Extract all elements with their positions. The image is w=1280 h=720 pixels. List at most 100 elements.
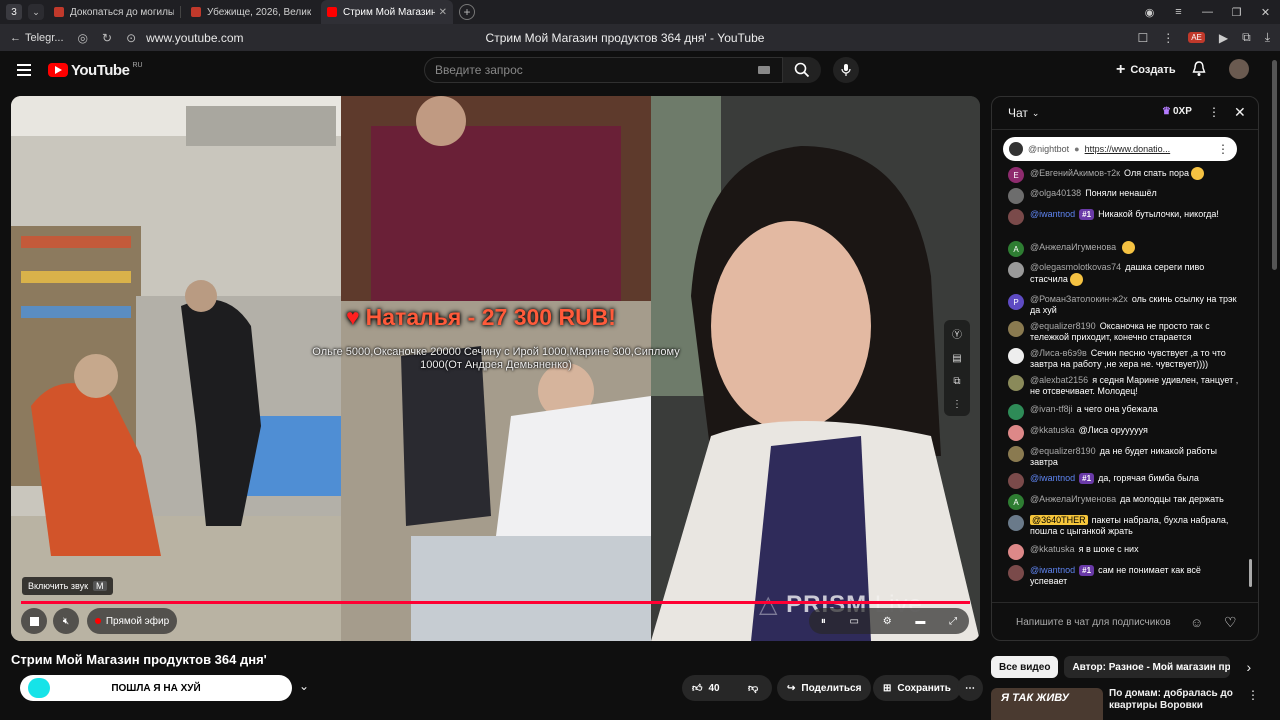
theater-mode-icon[interactable]: ▬ <box>915 616 925 627</box>
chat-message[interactable]: @iwantnod #1 да, горячая бимба была <box>1008 473 1240 489</box>
chat-author[interactable]: @Лиса-в6э9в <box>1030 348 1087 358</box>
chat-author[interactable]: @ivan-tf8ji <box>1030 404 1073 414</box>
browser-tab-active[interactable]: Стрим Мой Магазин п ✕ <box>321 0 453 24</box>
pip-icon[interactable]: ⧉ <box>953 376 960 387</box>
chat-avatar[interactable] <box>1008 262 1024 278</box>
chat-avatar[interactable] <box>1008 375 1024 391</box>
tab-counter-button[interactable]: 3 <box>6 4 22 20</box>
chat-author[interactable]: @kkatuska <box>1030 544 1075 554</box>
chat-message[interactable]: @olegasmolotkovas74 дашка сереги пиво ста… <box>1008 262 1240 286</box>
close-window-button[interactable]: ✕ <box>1251 6 1280 19</box>
create-button[interactable]: + Создать <box>1108 57 1184 83</box>
rec-title[interactable]: По домам: добралась до квартиры Воровки <box>1109 688 1239 720</box>
back-button[interactable]: ← Telegr... <box>10 32 64 44</box>
chat-message[interactable]: @alexbat2156 я седня Марине удивлен, танц… <box>1008 375 1240 397</box>
url-field[interactable]: www.youtube.com <box>146 31 243 45</box>
chat-message[interactable]: @ivan-tf8ji а чего она убежала <box>1008 404 1240 420</box>
chat-more-icon[interactable]: ⋮ <box>1208 105 1220 119</box>
video-player[interactable]: ♥ Наталья - 27 300 RUB! Ольге 5000,Оксан… <box>11 96 980 641</box>
like-button[interactable]: 👍︎ 40 <box>682 675 738 701</box>
search-input[interactable]: Введите запрос <box>424 57 783 83</box>
chat-avatar[interactable] <box>1008 348 1024 364</box>
chat-message[interactable]: E @ЕвгенийАкимов-т2к Оля спать пора <box>1008 167 1240 183</box>
pinned-link[interactable]: https://www.donatio... <box>1085 144 1171 154</box>
browser-tab[interactable]: Убежище, 2026, Великоб <box>185 0 317 24</box>
chat-message[interactable]: @Лиса-в6э9в Сечин песню чувствует ,а то ч… <box>1008 348 1240 370</box>
chat-message[interactable]: A @АнжелаИгуменова да молодцы так держать <box>1008 494 1240 510</box>
profile-icon[interactable]: ◉ <box>1135 6 1164 19</box>
minimize-button[interactable]: — <box>1193 6 1222 18</box>
chat-message[interactable]: @iwantnod #1 сам не понимает как всё успев… <box>1008 565 1240 587</box>
chat-author[interactable]: @olegasmolotkovas74 <box>1030 262 1121 272</box>
chat-avatar[interactable] <box>1008 321 1024 337</box>
chat-author[interactable]: @iwantnod <box>1030 209 1075 219</box>
chat-message[interactable]: @olga40138 Поняли ненашёл <box>1008 188 1240 204</box>
emoji-icon[interactable]: ☺ <box>1190 615 1203 630</box>
chat-author[interactable]: @ЕвгенийАкимов-т2к <box>1030 168 1120 178</box>
chat-author[interactable]: @kkatuska <box>1030 425 1075 435</box>
chat-author[interactable]: @АнжелаИгуменова <box>1030 494 1116 504</box>
chevron-down-icon[interactable]: ⌄ <box>1032 108 1040 119</box>
chat-scrollbar[interactable] <box>1249 559 1252 587</box>
dislike-button[interactable]: 👎︎ <box>738 675 772 701</box>
voice-search-button[interactable] <box>833 57 859 83</box>
chat-avatar[interactable] <box>1008 565 1024 581</box>
more-icon[interactable]: ⋮ <box>1162 31 1174 45</box>
fullscreen-icon[interactable]: ⤢ <box>949 616 957 627</box>
chat-author[interactable]: @АнжелаИгуменова <box>1030 242 1116 252</box>
reload-icon[interactable]: ↻ <box>102 31 112 45</box>
pinned-more-icon[interactable]: ⋮ <box>1217 142 1229 156</box>
chat-message[interactable]: @kkatuska @Лиса оруууууя <box>1008 425 1240 441</box>
close-chat-icon[interactable]: ✕ <box>1234 104 1246 121</box>
pause-icon[interactable]: ⏸ <box>821 616 826 627</box>
chat-avatar[interactable] <box>1008 425 1024 441</box>
save-button[interactable]: ⊞ Сохранить <box>873 675 961 701</box>
rec-more-icon[interactable]: ⋮ <box>1247 688 1259 720</box>
search-button[interactable] <box>783 57 821 83</box>
chat-message[interactable]: @equalizer8190 да не будет никакой работы… <box>1008 446 1240 468</box>
rec-thumbnail[interactable]: Я ТАК ЖИВУ <box>991 688 1103 720</box>
chat-author[interactable]: @3640THER <box>1030 515 1088 525</box>
maximize-button[interactable]: ❐ <box>1222 6 1251 19</box>
chat-author[interactable]: @equalizer8190 <box>1030 446 1096 456</box>
chat-message[interactable]: P @РоманЗатолокин-ж2х оль скинь ссылку на … <box>1008 294 1240 316</box>
chat-author[interactable]: @olga40138 <box>1030 188 1081 198</box>
chat-avatar[interactable]: A <box>1008 241 1024 257</box>
chat-avatar[interactable]: A <box>1008 494 1024 510</box>
heart-reaction-icon[interactable]: ♡ <box>1224 614 1237 631</box>
menu-icon[interactable]: ≡ <box>1164 6 1193 18</box>
chat-input[interactable]: Напишите в чат для подписчиков ☺ ♡ <box>992 602 1258 640</box>
chat-avatar[interactable] <box>1008 404 1024 420</box>
chat-avatar[interactable] <box>1008 473 1024 489</box>
chip-author[interactable]: Автор: Разное - Мой магазин продуктов <box>1064 656 1231 678</box>
bookmark-icon[interactable]: ☐ <box>1137 31 1148 45</box>
subscribe-chevron-icon[interactable]: ⌄ <box>299 679 309 693</box>
pinned-message[interactable]: @nightbot ● https://www.donatio... ⋮ <box>1003 137 1237 161</box>
media-icon[interactable]: ▶ <box>1219 31 1228 45</box>
user-avatar[interactable] <box>1229 59 1249 79</box>
mute-button[interactable]: 🔇︎ <box>53 608 79 634</box>
chat-message[interactable]: @iwantnod #1 Никакой бутылочки, никогда! <box>1008 209 1240 225</box>
chip-all-videos[interactable]: Все видео <box>991 656 1059 678</box>
chat-avatar[interactable] <box>1008 188 1024 204</box>
chat-message[interactable]: @3640THER пакеты набрала, бухла набрала, … <box>1008 515 1240 537</box>
chat-author[interactable]: @iwantnod <box>1030 473 1075 483</box>
tab-list-dropdown[interactable]: ⌄ <box>28 4 44 20</box>
keyboard-icon[interactable] <box>758 66 770 74</box>
share-button[interactable]: ↪ Поделиться <box>777 675 872 701</box>
chat-avatar[interactable] <box>1008 446 1024 462</box>
protect-icon[interactable]: ◎ <box>78 31 88 45</box>
close-tab-icon[interactable]: ✕ <box>439 7 447 18</box>
chat-author[interactable]: @РоманЗатолокин-ж2х <box>1030 294 1128 304</box>
download-icon[interactable]: ⤓ <box>1265 30 1270 45</box>
extension-badge[interactable]: AE <box>1188 32 1205 43</box>
recommended-video[interactable]: Я ТАК ЖИВУ По домам: добралась до кварти… <box>991 688 1259 720</box>
xp-badge[interactable]: ♛ 0XP <box>1162 106 1192 117</box>
youtube-logo[interactable]: YouTube RU <box>48 62 143 79</box>
more-actions-button[interactable]: ⋯ <box>957 675 983 701</box>
yandex-icon[interactable]: Ⓨ <box>952 326 962 341</box>
chat-author[interactable]: @equalizer8190 <box>1030 321 1096 331</box>
settings-gear-icon[interactable]: ⚙ <box>883 616 892 627</box>
chat-avatar[interactable] <box>1008 544 1024 560</box>
chat-message[interactable]: @equalizer8190 Оксаночка не просто так с … <box>1008 321 1240 343</box>
